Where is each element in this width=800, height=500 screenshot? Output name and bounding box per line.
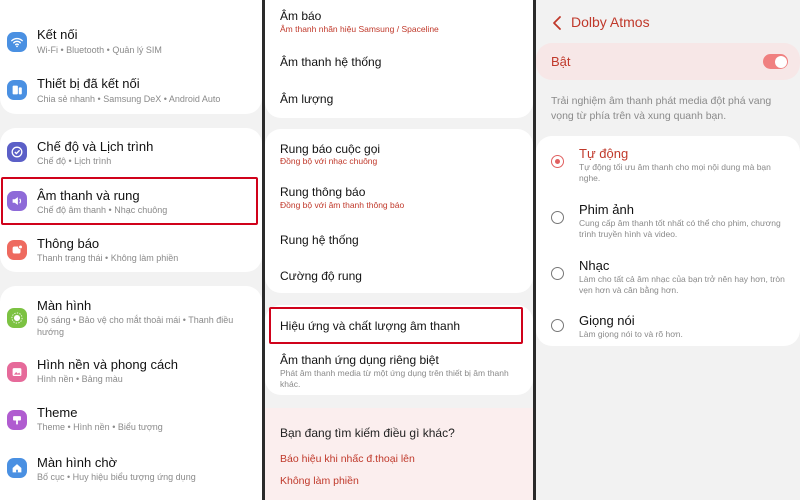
settings-item-title: Kết nối xyxy=(37,27,78,42)
page-title: Dolby Atmos xyxy=(571,14,650,30)
settings-item-wallpaper-style[interactable]: Hình nền và phong cách Hình nền • Bảng m… xyxy=(0,350,262,392)
sound-item-ringtone[interactable]: Âm báo Âm thanh nhãn hiệu Samsung / Spac… xyxy=(265,6,533,42)
option-subtitle: Làm giọng nói to và rõ hơn. xyxy=(579,329,683,339)
radio-button[interactable] xyxy=(551,267,564,280)
suggestion-link-do-not-disturb[interactable]: Không làm phiền xyxy=(280,475,359,487)
settings-item-subtitle: Wi-Fi • Bluetooth • Quản lý SIM xyxy=(37,45,162,55)
wifi-icon xyxy=(7,32,27,52)
option-title: Nhạc xyxy=(579,258,610,273)
settings-item-subtitle: Độ sáng • Bảo vệ cho mắt thoải mái • Tha… xyxy=(37,315,234,337)
settings-item-subtitle: Bố cục • Huy hiệu biểu tượng ứng dụng xyxy=(37,472,196,482)
settings-main-panel: Kết nối Wi-Fi • Bluetooth • Quản lý SIM … xyxy=(0,0,262,500)
vibration-item-notification[interactable]: Rung thông báo Đồng bộ với âm thanh thôn… xyxy=(265,181,533,217)
radio-button[interactable] xyxy=(551,319,564,332)
dolby-option-movie[interactable]: Phim ảnh Cung cấp âm thanh tốt nhất có t… xyxy=(536,200,800,242)
sound-item-title: Âm thanh ứng dụng riêng biệt xyxy=(280,353,439,367)
master-toggle-row[interactable]: Bật xyxy=(536,43,800,80)
settings-item-subtitle: Chia sẻ nhanh • Samsung DeX • Android Au… xyxy=(37,94,221,104)
sound-item-subtitle: Âm thanh nhãn hiệu Samsung / Spaceline xyxy=(280,24,439,34)
radio-button[interactable] xyxy=(551,211,564,224)
sound-item-title: Âm lượng xyxy=(280,92,334,106)
sound-vibration-panel: Âm báo Âm thanh nhãn hiệu Samsung / Spac… xyxy=(265,0,533,500)
settings-item-subtitle: Theme • Hình nền • Biểu tượng xyxy=(37,422,163,432)
vibration-item-title: Cường độ rung xyxy=(280,269,362,283)
sound-item-volume[interactable]: Âm lượng xyxy=(265,84,533,114)
settings-item-title: Chế độ và Lịch trình xyxy=(37,139,154,154)
check-circle-icon xyxy=(7,142,27,162)
vibration-item-system[interactable]: Rung hệ thống xyxy=(265,225,533,255)
image-icon xyxy=(7,362,27,382)
radio-button-selected[interactable] xyxy=(551,155,564,168)
vibration-item-call[interactable]: Rung báo cuộc gọi Đồng bộ với nhạc chuôn… xyxy=(265,138,533,174)
vibration-item-intensity[interactable]: Cường độ rung xyxy=(265,261,533,291)
option-subtitle: Cung cấp âm thanh tốt nhất có thể cho ph… xyxy=(579,218,781,239)
back-arrow-icon[interactable] xyxy=(548,13,568,33)
sound-item-title: Âm thanh hệ thống xyxy=(280,55,382,69)
toggle-label: Bật xyxy=(551,54,571,69)
option-title: Phim ảnh xyxy=(579,202,634,217)
settings-item-title: Hình nền và phong cách xyxy=(37,357,178,372)
sound-item-subtitle: Phát âm thanh media từ một ứng dụng trên… xyxy=(280,368,509,389)
notification-icon xyxy=(7,240,27,260)
home-icon xyxy=(7,458,27,478)
vibration-item-subtitle: Đồng bộ với nhạc chuông xyxy=(280,156,378,166)
settings-item-connections[interactable]: Kết nối Wi-Fi • Bluetooth • Quản lý SIM xyxy=(0,18,262,62)
settings-item-title: Màn hình chờ xyxy=(37,455,118,470)
highlight-box xyxy=(269,307,523,344)
settings-item-connected-devices[interactable]: Thiết bị đã kết nối Chia sẻ nhanh • Sams… xyxy=(0,68,262,112)
settings-item-display[interactable]: Màn hình Độ sáng • Bảo vệ cho mắt thoải … xyxy=(0,290,262,340)
vibration-item-title: Rung hệ thống xyxy=(280,233,359,247)
suggestion-heading: Bạn đang tìm kiếm điều gì khác? xyxy=(280,426,455,440)
suggestion-section: Bạn đang tìm kiếm điều gì khác? Báo hiệu… xyxy=(265,408,533,500)
master-toggle-switch[interactable] xyxy=(763,54,788,69)
settings-item-modes[interactable]: Chế độ và Lịch trình Chế độ • Lịch trình xyxy=(0,130,262,174)
settings-item-subtitle: Hình nền • Bảng màu xyxy=(37,374,123,384)
dolby-option-auto[interactable]: Tự động Tự động tối ưu âm thanh cho mọi … xyxy=(536,145,800,187)
vibration-item-title: Rung báo cuộc gọi xyxy=(280,142,381,156)
dolby-description: Trải nghiệm âm thanh phát media đột phá … xyxy=(551,95,772,122)
option-title: Giọng nói xyxy=(579,313,635,328)
separate-app-sound-item[interactable]: Âm thanh ứng dụng riêng biệt Phát âm tha… xyxy=(265,350,533,392)
settings-item-notifications[interactable]: Thông báo Thanh trạng thái • Không làm p… xyxy=(0,228,262,272)
option-subtitle: Làm cho tất cả âm nhạc của bạn trở nên h… xyxy=(579,274,785,295)
sound-item-title: Âm báo xyxy=(280,9,322,23)
settings-item-title: Màn hình xyxy=(37,298,92,313)
vibration-item-title: Rung thông báo xyxy=(280,185,366,199)
suggestion-link-lift-phone[interactable]: Báo hiệu khi nhấc đ.thoại lên xyxy=(280,453,415,465)
highlight-box xyxy=(1,177,258,225)
option-subtitle: Tự động tối ưu âm thanh cho mọi nội dung… xyxy=(579,162,771,183)
settings-item-title: Thiết bị đã kết nối xyxy=(37,76,140,91)
option-title: Tự động xyxy=(579,146,629,161)
settings-item-subtitle: Chế độ • Lịch trình xyxy=(37,156,112,166)
sound-item-system-sound[interactable]: Âm thanh hệ thống xyxy=(265,48,533,78)
settings-item-theme[interactable]: Theme Theme • Hình nền • Biểu tượng xyxy=(0,398,262,440)
vibration-item-subtitle: Đồng bộ với âm thanh thông báo xyxy=(280,200,405,210)
devices-icon xyxy=(7,80,27,100)
settings-item-home-screen[interactable]: Màn hình chờ Bố cục • Huy hiệu biểu tượn… xyxy=(0,450,262,492)
dolby-option-music[interactable]: Nhạc Làm cho tất cả âm nhạc của bạn trở … xyxy=(536,256,800,298)
theme-icon xyxy=(7,410,27,430)
dolby-atmos-panel: Dolby Atmos Bật Trải nghiệm âm thanh phá… xyxy=(536,0,800,500)
settings-item-title: Theme xyxy=(37,405,78,420)
sun-icon xyxy=(7,308,27,328)
settings-item-subtitle: Thanh trạng thái • Không làm phiền xyxy=(37,253,179,263)
dolby-option-voice[interactable]: Giọng nói Làm giọng nói to và rõ hơn. xyxy=(536,310,800,342)
settings-item-title: Thông báo xyxy=(37,236,100,251)
